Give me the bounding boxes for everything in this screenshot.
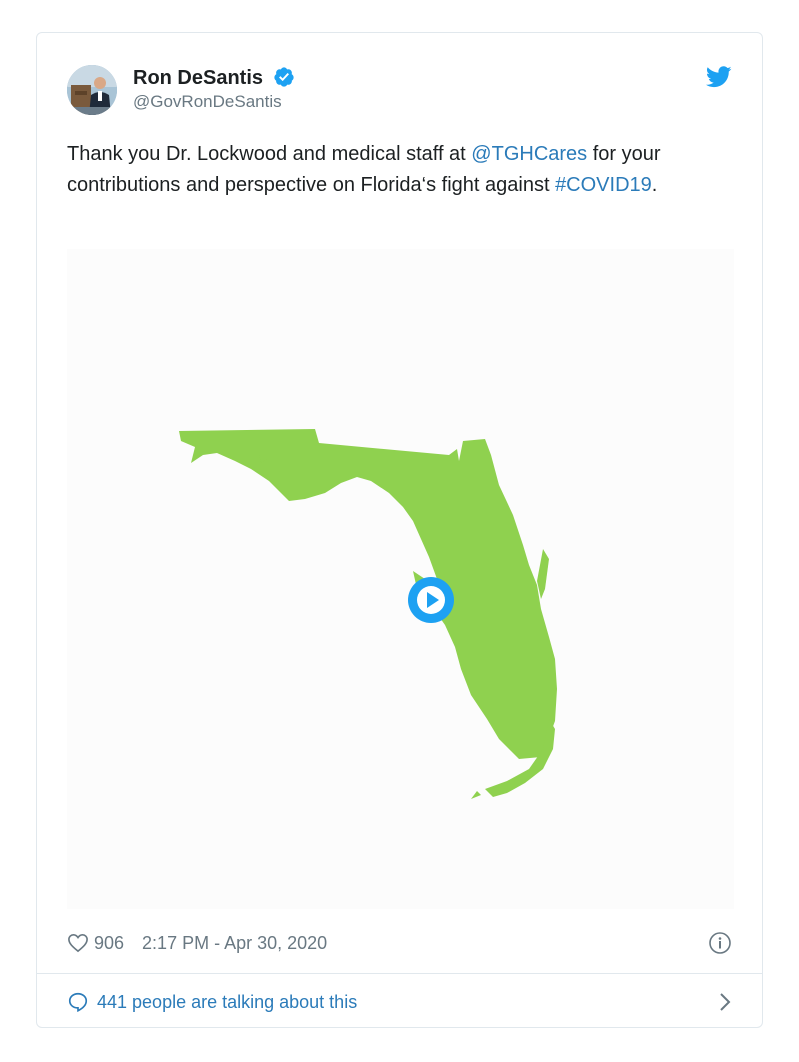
heart-icon[interactable] xyxy=(67,933,89,953)
tweet-text-part: Thank you Dr. Lockwood and medical staff… xyxy=(67,143,472,165)
avatar[interactable] xyxy=(67,65,117,115)
mention-link[interactable]: @TGHCares xyxy=(471,143,587,165)
play-icon[interactable] xyxy=(408,577,454,623)
divider xyxy=(37,973,762,974)
author-name[interactable]: Ron DeSantis xyxy=(133,65,263,91)
conversation-link[interactable]: 441 people are talking about this xyxy=(67,989,732,1015)
twitter-bird-icon[interactable] xyxy=(706,66,732,88)
tweet-meta: 906 2:17 PM - Apr 30, 2020 xyxy=(67,931,327,955)
verified-badge-icon xyxy=(274,66,295,87)
info-icon[interactable] xyxy=(708,931,732,955)
tweet-text-part: . xyxy=(651,174,658,196)
florida-map-graphic xyxy=(179,429,557,799)
chevron-right-icon[interactable] xyxy=(718,991,732,1013)
speech-bubble-icon xyxy=(68,992,88,1013)
author-handle[interactable]: @GovRonDeSantis xyxy=(133,91,295,113)
timestamp[interactable]: 2:17 PM - Apr 30, 2020 xyxy=(142,931,327,955)
avatar-photo xyxy=(67,65,117,115)
hashtag-link[interactable]: #COVID19 xyxy=(555,174,652,196)
like-count[interactable]: 906 xyxy=(94,931,124,955)
embedded-tweet-card: Ron DeSantis @GovRonDeSantis Thank you D… xyxy=(36,32,763,1028)
talking-about-label: 441 people are talking about this xyxy=(97,991,358,1012)
tweet-text: Thank you Dr. Lockwood and medical staff… xyxy=(67,139,737,201)
author-block[interactable]: Ron DeSantis @GovRonDeSantis xyxy=(133,65,295,113)
video-media[interactable] xyxy=(67,249,734,909)
